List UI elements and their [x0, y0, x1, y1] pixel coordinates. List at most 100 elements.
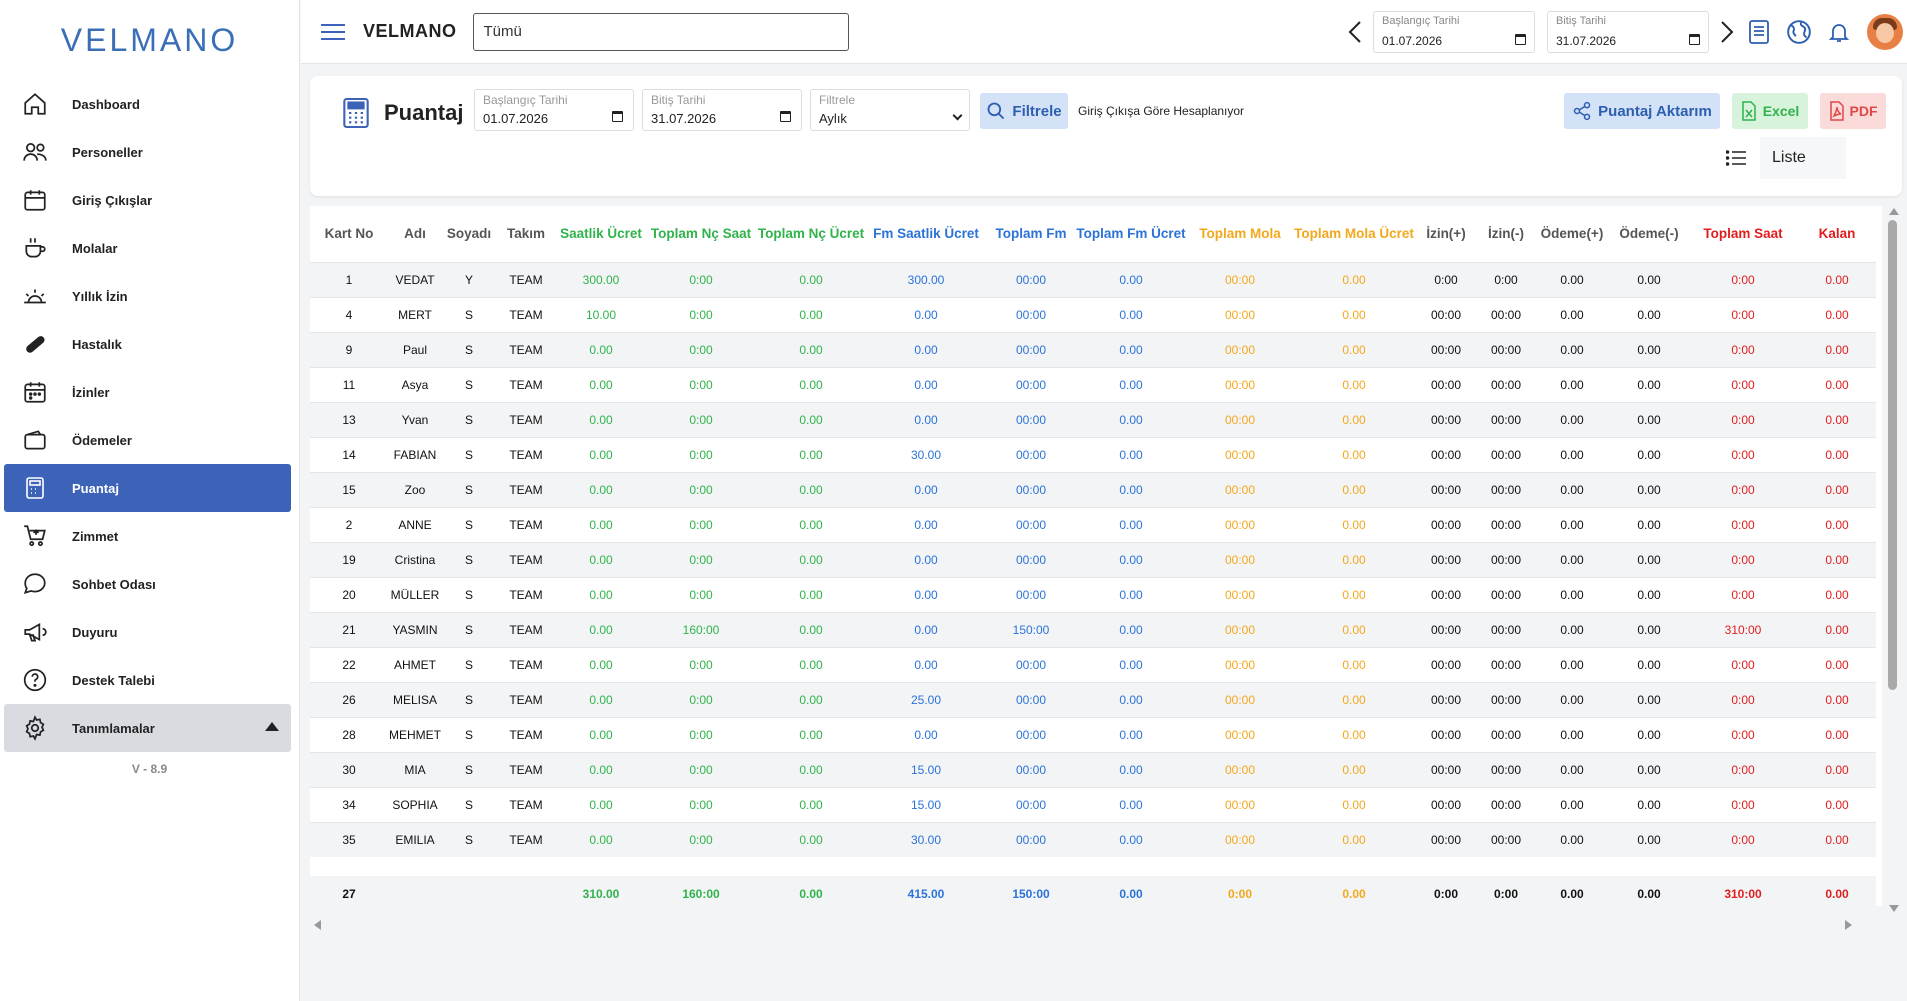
scroll-up-icon[interactable] — [1889, 208, 1899, 215]
sidebar-item-duyuru[interactable]: Duyuru — [4, 608, 291, 656]
calendar-icon[interactable] — [612, 111, 623, 122]
date-value: 01.07.2026 — [483, 111, 549, 126]
calendar-icon[interactable] — [1515, 34, 1526, 45]
table-cell: 15 — [310, 471, 388, 507]
total-cell: 0:00 — [1493, 887, 1519, 901]
brand-logo[interactable]: VELMANO — [0, 0, 299, 80]
sidebar-item-hastalik[interactable]: Hastalık — [4, 320, 291, 368]
column-header[interactable]: Saatlik Ücret — [556, 206, 646, 262]
column-header[interactable]: Toplam Fm Ücret — [1076, 206, 1186, 262]
scroll-left-icon[interactable] — [314, 920, 321, 930]
table-row[interactable]: 26 MELISA S TEAM 0.00 0:00 0.00 25.00 00:00 0.00 0… — [310, 681, 1876, 717]
sidebar-item-yillik-izin[interactable]: Yıllık İzin — [4, 272, 291, 320]
column-header[interactable]: Ödeme(-) — [1610, 206, 1688, 262]
column-header[interactable]: Toplam Mola Ücret — [1294, 206, 1414, 262]
table-row[interactable]: 4 MERT S TEAM 10.00 0:00 0.00 0.00 00:00 0.00 00:0… — [310, 296, 1876, 332]
scroll-down-icon[interactable] — [1889, 905, 1899, 912]
sidebar-item-odemeler[interactable]: Ödemeler — [4, 416, 291, 464]
calendar-icon[interactable] — [780, 111, 791, 122]
view-toggle[interactable]: Liste — [1726, 137, 1886, 179]
cart-icon — [20, 521, 50, 551]
table-cell: 0.00 — [1534, 716, 1610, 752]
table-cell: 00:00 — [1414, 436, 1478, 472]
column-header[interactable]: Toplam Fm — [986, 206, 1076, 262]
table-row[interactable]: 20 MÜLLER S TEAM 0.00 0:00 0.00 0.00 00:00 0.00 00… — [310, 576, 1876, 612]
table-cell: 0.00 — [1076, 506, 1186, 542]
column-header[interactable]: Toplam Saat — [1688, 206, 1798, 262]
sidebar-item-izinler[interactable]: İzinler — [4, 368, 291, 416]
sidebar-item-dashboard[interactable]: Dashboard — [4, 80, 291, 128]
menu-icon[interactable] — [321, 23, 345, 40]
table-row[interactable]: 30 MIA S TEAM 0.00 0:00 0.00 15.00 00:00 0.00 00:0… — [310, 751, 1876, 787]
column-header[interactable]: Adı — [388, 206, 442, 262]
table-cell: 0.00 — [1610, 401, 1688, 437]
table-row[interactable]: 15 Zoo S TEAM 0.00 0:00 0.00 0.00 00:00 0.00 00:00… — [310, 471, 1876, 507]
column-header[interactable]: Kart No — [310, 206, 388, 262]
bell-icon[interactable] — [1819, 12, 1859, 52]
table-row[interactable]: 2 ANNE S TEAM 0.00 0:00 0.00 0.00 00:00 0.00 00:00… — [310, 506, 1876, 542]
table-cell: 150:00 — [986, 611, 1076, 647]
table-cell: 0:00 — [646, 436, 756, 472]
column-header[interactable]: Takım — [496, 206, 556, 262]
column-header[interactable]: Toplam Nç Saat — [646, 206, 756, 262]
export-button[interactable]: Puantaj Aktarım — [1564, 93, 1720, 129]
table-cell: 0.00 — [556, 716, 646, 752]
chevron-up-icon[interactable] — [265, 722, 279, 731]
table-cell: 00:00 — [1186, 366, 1294, 402]
table-row[interactable]: 1 VEDAT Y TEAM 300.00 0:00 0.00 300.00 00:00 0.00… — [310, 261, 1876, 297]
table-row[interactable]: 22 AHMET S TEAM 0.00 0:00 0.00 0.00 00:00 0.00 00:… — [310, 646, 1876, 682]
sidebar-item-tanimlamalar[interactable]: Tanımlamalar — [4, 704, 291, 752]
column-header[interactable]: Toplam Nç Ücret — [756, 206, 866, 262]
end-date-input[interactable]: Bitiş Tarihi 31.07.2026 — [642, 89, 802, 131]
scrollbar-thumb[interactable] — [1888, 220, 1897, 690]
vertical-scrollbar[interactable] — [1886, 206, 1900, 916]
table-row[interactable]: 35 EMILIA S TEAM 0.00 0:00 0.00 30.00 00:00 0.00 0… — [310, 821, 1876, 857]
horizontal-scrollbar[interactable] — [310, 918, 1882, 932]
table-cell: MERT — [388, 296, 442, 332]
table-cell: 0.00 — [756, 751, 866, 787]
table-row[interactable]: 19 Cristina S TEAM 0.00 0:00 0.00 0.00 00:00 0.00… — [310, 541, 1876, 577]
chevron-left-icon[interactable] — [1343, 17, 1367, 47]
table-cell: S — [442, 401, 496, 437]
total-cell: 0.00 — [1825, 887, 1849, 901]
filter-button[interactable]: Filtrele — [980, 93, 1068, 129]
pdf-button[interactable]: PDF — [1820, 93, 1886, 129]
table-row[interactable]: 14 FABIAN S TEAM 0.00 0:00 0.00 30.00 00:00 0.00 0… — [310, 436, 1876, 472]
column-header[interactable]: Soyadı — [442, 206, 496, 262]
column-header[interactable]: Kalan — [1798, 206, 1876, 262]
company-select[interactable]: Tümü — [472, 12, 849, 51]
sidebar-item-giris-cikislar[interactable]: Giriş Çıkışlar — [4, 176, 291, 224]
globe-icon[interactable] — [1779, 12, 1819, 52]
document-icon[interactable] — [1739, 12, 1779, 52]
sidebar-item-personeller[interactable]: Personeller — [4, 128, 291, 176]
header-start-date[interactable]: Başlangıç Tarihi 01.07.2026 — [1373, 11, 1535, 53]
sidebar-item-zimmet[interactable]: Zimmet — [4, 512, 291, 560]
column-header[interactable]: Fm Saatlik Ücret — [866, 206, 986, 262]
calendar-icon[interactable] — [1689, 34, 1700, 45]
sidebar-item-destek-talebi[interactable]: Destek Talebi — [4, 656, 291, 704]
table-row[interactable]: 11 Asya S TEAM 0.00 0:00 0.00 0.00 00:00 0.00 00:0… — [310, 366, 1876, 402]
scroll-right-icon[interactable] — [1845, 920, 1852, 930]
table-row[interactable]: 28 MEHMET S TEAM 0.00 0:00 0.00 0.00 00:00 0.00 00… — [310, 716, 1876, 752]
column-header[interactable]: İzin(+) — [1414, 206, 1478, 262]
table-row[interactable]: 13 Yvan S TEAM 0.00 0:00 0.00 0.00 00:00 0.00 00:0… — [310, 401, 1876, 437]
chevron-right-icon[interactable] — [1715, 17, 1739, 47]
column-header[interactable]: Toplam Mola — [1186, 206, 1294, 262]
total-cell: 0:00 — [1433, 887, 1459, 901]
sidebar-item-sohbet-odasi[interactable]: Sohbet Odası — [4, 560, 291, 608]
table-row[interactable]: 9 Paul S TEAM 0.00 0:00 0.00 0.00 00:00 0.00 00:00… — [310, 331, 1876, 367]
header-end-date[interactable]: Bitiş Tarihi 31.07.2026 — [1547, 11, 1709, 53]
table-cell: 0.00 — [1534, 506, 1610, 542]
table-cell: 25.00 — [866, 681, 986, 717]
column-header[interactable]: İzin(-) — [1478, 206, 1534, 262]
table-cell: 0.00 — [1534, 786, 1610, 822]
excel-button[interactable]: Excel — [1732, 93, 1808, 129]
sidebar-item-puantaj[interactable]: Puantaj — [4, 464, 291, 512]
sidebar-item-molalar[interactable]: Molalar — [4, 224, 291, 272]
period-select[interactable]: Filtrele Aylık — [810, 89, 970, 131]
avatar[interactable] — [1867, 14, 1903, 50]
table-row[interactable]: 34 SOPHIA S TEAM 0.00 0:00 0.00 15.00 00:00 0.00 0… — [310, 786, 1876, 822]
start-date-input[interactable]: Başlangıç Tarihi 01.07.2026 — [474, 89, 634, 131]
table-row[interactable]: 21 YASMIN S TEAM 0.00 160:00 0.00 0.00 150:00 0.0… — [310, 611, 1876, 647]
column-header[interactable]: Ödeme(+) — [1534, 206, 1610, 262]
